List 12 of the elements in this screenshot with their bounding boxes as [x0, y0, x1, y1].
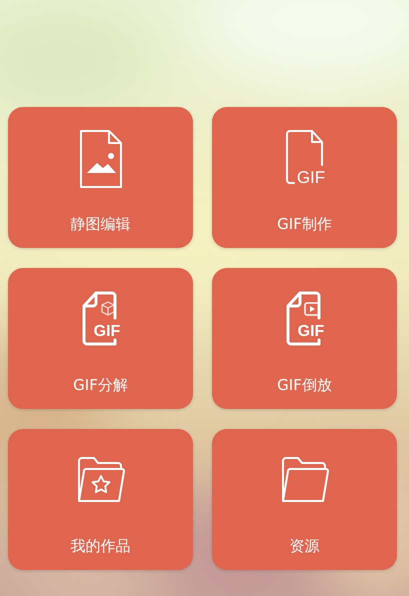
tile-label: 资源: [290, 537, 320, 555]
menu-tile[interactable]: GIF GIF分解: [8, 268, 193, 409]
menu-tile[interactable]: 静图编辑: [8, 107, 193, 248]
tile-label: 我的作品: [70, 537, 130, 555]
menu-tile[interactable]: GIF GIF倒放: [212, 268, 397, 409]
tile-label: GIF分解: [73, 376, 128, 394]
tile-label: 静图编辑: [70, 215, 130, 233]
menu-tile[interactable]: GIF GIF制作: [212, 107, 397, 248]
tile-label: GIF倒放: [277, 376, 332, 394]
menu-tile[interactable]: 我的作品: [8, 429, 193, 570]
menu-tile[interactable]: 资源: [212, 429, 397, 570]
tile-label: GIF制作: [277, 215, 332, 233]
